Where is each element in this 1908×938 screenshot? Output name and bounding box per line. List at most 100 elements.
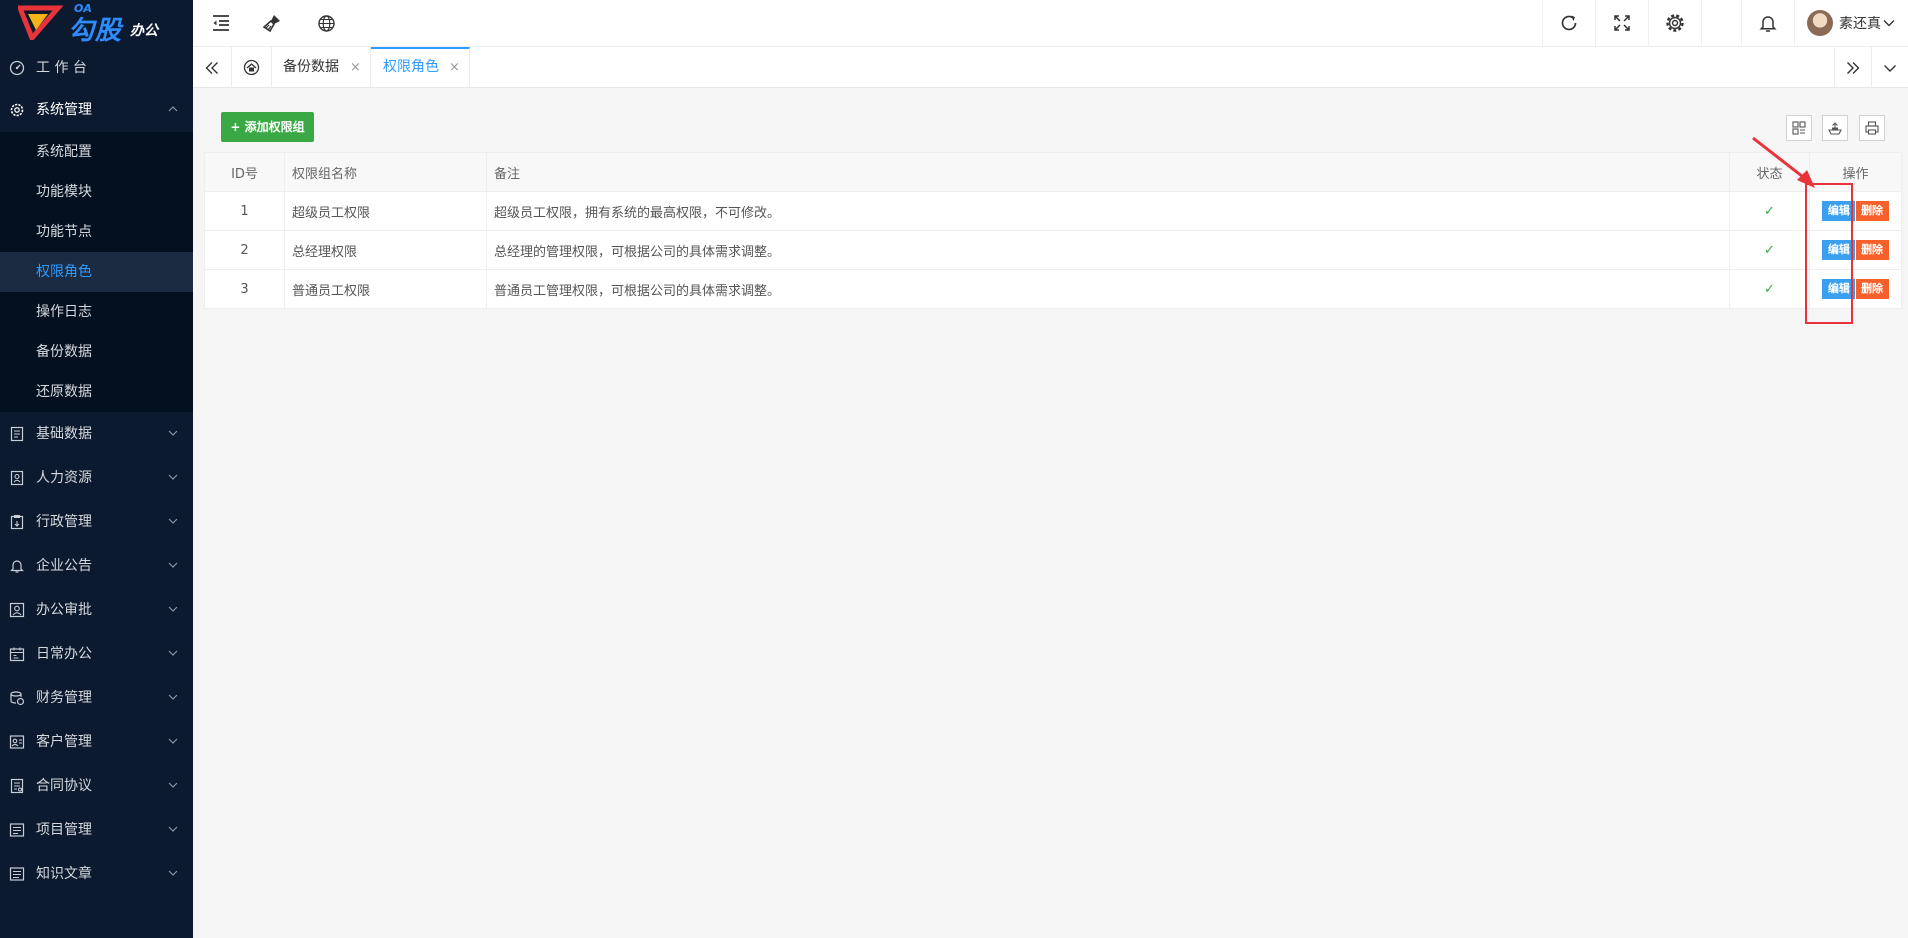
chevron-down-icon: [168, 826, 178, 832]
submenu-item-operation-log[interactable]: 操作日志: [0, 292, 193, 332]
menu-collapse-button[interactable]: [205, 0, 237, 46]
home-dashboard-icon: [243, 59, 260, 76]
chevron-down-icon: [168, 606, 178, 612]
add-permission-group-button[interactable]: + 添加权限组: [221, 112, 314, 142]
customer-icon: [9, 735, 25, 749]
submenu-item-permission-role[interactable]: 权限角色: [0, 252, 193, 292]
tabs-scroll-left-button[interactable]: [193, 47, 232, 88]
user-menu[interactable]: 素还真: [1801, 0, 1901, 46]
delete-button[interactable]: 删除: [1855, 201, 1889, 221]
cell-name: 普通员工权限: [284, 269, 487, 309]
tabs-scroll-right-button[interactable]: [1834, 47, 1871, 88]
role-list-panel: + 添加权限组 ID号 权限组名称 备注 状态 操作 1 超级员工权限 超级员工…: [204, 100, 1902, 309]
chevron-down-icon: [168, 562, 178, 568]
notification-button[interactable]: [1742, 0, 1794, 46]
user-check-icon: [9, 602, 25, 618]
column-header-note: 备注: [486, 152, 1730, 192]
chevron-down-icon: [168, 518, 178, 524]
nav-human-resources[interactable]: 人力资源: [0, 456, 193, 500]
tab-bar: 备份数据 × 权限角色 ×: [193, 47, 1908, 88]
chevron-down-icon: [168, 650, 178, 656]
table-header-row: ID号 权限组名称 备注 状态 操作: [204, 152, 1902, 192]
column-header-id: ID号: [204, 152, 285, 192]
annotation-highlight-box: [1805, 183, 1853, 324]
nav-company-notice[interactable]: 企业公告: [0, 544, 193, 588]
chevron-down-icon: [168, 694, 178, 700]
logo-title: 勾股: [68, 16, 123, 46]
nav-label: 财务管理: [36, 690, 92, 706]
double-chevron-right-icon: [1847, 61, 1860, 74]
table-row[interactable]: 3 普通员工权限 普通员工管理权限，可根据公司的具体需求调整。 ✓ 编辑 删除: [204, 269, 1902, 309]
calendar-icon: [9, 647, 25, 662]
submenu-item-restore-data[interactable]: 还原数据: [0, 372, 193, 412]
tab-label: 备份数据: [283, 59, 339, 75]
refresh-button[interactable]: [1543, 0, 1595, 46]
nav-contracts[interactable]: 合同协议: [0, 764, 193, 808]
logo[interactable]: OA 勾股 办公: [0, 0, 193, 48]
tab-close-icon[interactable]: ×: [350, 47, 361, 88]
nav-label: 客户管理: [36, 734, 92, 750]
clear-cache-button[interactable]: [256, 0, 288, 46]
nav-label: 人力资源: [36, 470, 92, 486]
chevron-up-icon: [168, 106, 178, 112]
submenu-item-backup-data[interactable]: 备份数据: [0, 332, 193, 372]
nav-system-management[interactable]: 系统管理: [0, 88, 193, 132]
nav-projects[interactable]: 项目管理: [0, 808, 193, 852]
top-header: 素还真: [193, 0, 1908, 47]
nav-customers[interactable]: 客户管理: [0, 720, 193, 764]
submenu-item-function-node[interactable]: 功能节点: [0, 212, 193, 252]
nav-label: 日常办公: [36, 646, 92, 662]
chevron-down-icon: [1884, 64, 1896, 72]
submenu-item-system-config[interactable]: 系统配置: [0, 132, 193, 172]
tab-close-icon[interactable]: ×: [449, 49, 460, 86]
table-row[interactable]: 1 超级员工权限 超级员工权限，拥有系统的最高权限，不可修改。 ✓ 编辑 删除: [204, 191, 1902, 231]
nav-label: 基础数据: [36, 426, 92, 442]
nav-workbench[interactable]: 工 作 台: [0, 48, 193, 88]
header-divider: [1701, 0, 1702, 46]
table-row[interactable]: 2 总经理权限 总经理的管理权限，可根据公司的具体需求调整。 ✓ 编辑 删除: [204, 230, 1902, 270]
tab-label: 权限角色: [383, 59, 439, 75]
article-icon: [9, 867, 25, 881]
nav-label: 合同协议: [36, 778, 92, 794]
delete-button[interactable]: 删除: [1855, 279, 1889, 299]
cell-note: 普通员工管理权限，可根据公司的具体需求调整。: [486, 269, 1730, 309]
workbench-icon: [9, 60, 25, 76]
system-submenu: 系统配置 功能模块 功能节点 权限角色 操作日志 备份数据 还原数据: [0, 132, 193, 412]
nav-daily-office[interactable]: 日常办公: [0, 632, 193, 676]
print-icon: [1865, 121, 1879, 135]
export-button[interactable]: [1822, 115, 1848, 141]
nav-workbench-label: 工 作 台: [36, 60, 87, 76]
nav-office-approval[interactable]: 办公审批: [0, 588, 193, 632]
double-chevron-left-icon: [205, 61, 218, 74]
nav-administration[interactable]: 行政管理: [0, 500, 193, 544]
cell-name: 总经理权限: [284, 230, 487, 270]
tab-home[interactable]: [232, 47, 272, 88]
tab-backup-data[interactable]: 备份数据 ×: [272, 47, 371, 88]
app-root: OA 勾股 办公 工 作 台 系统管理 系统配置 功能模块 功能节点 权限角色 …: [0, 0, 1908, 938]
nav-finance[interactable]: 财务管理: [0, 676, 193, 720]
person-card-icon: [10, 470, 24, 486]
user-name: 素还真: [1839, 16, 1881, 32]
chevron-down-icon: [168, 870, 178, 876]
nav-label: 办公审批: [36, 602, 92, 618]
language-button[interactable]: [310, 0, 342, 46]
menu-indent-icon: [213, 15, 229, 31]
chevron-down-icon: [168, 474, 178, 480]
nav-knowledge[interactable]: 知识文章: [0, 852, 193, 896]
cell-name: 超级员工权限: [284, 191, 487, 231]
tabs-menu-button[interactable]: [1871, 47, 1908, 88]
contract-icon: [10, 778, 24, 794]
tab-permission-role[interactable]: 权限角色 ×: [371, 47, 470, 88]
submenu-item-function-module[interactable]: 功能模块: [0, 172, 193, 212]
status-check-icon: ✓: [1729, 191, 1810, 231]
nav-basic-data[interactable]: 基础数据: [0, 412, 193, 456]
print-button[interactable]: [1859, 115, 1885, 141]
globe-icon: [317, 14, 335, 32]
delete-button[interactable]: 删除: [1855, 240, 1889, 260]
settings-button[interactable]: [1649, 0, 1701, 46]
nav-label: 项目管理: [36, 822, 92, 838]
cell-id: 1: [204, 191, 285, 231]
coins-icon: [10, 691, 25, 706]
fullscreen-button[interactable]: [1596, 0, 1648, 46]
fullscreen-icon: [1614, 15, 1630, 31]
